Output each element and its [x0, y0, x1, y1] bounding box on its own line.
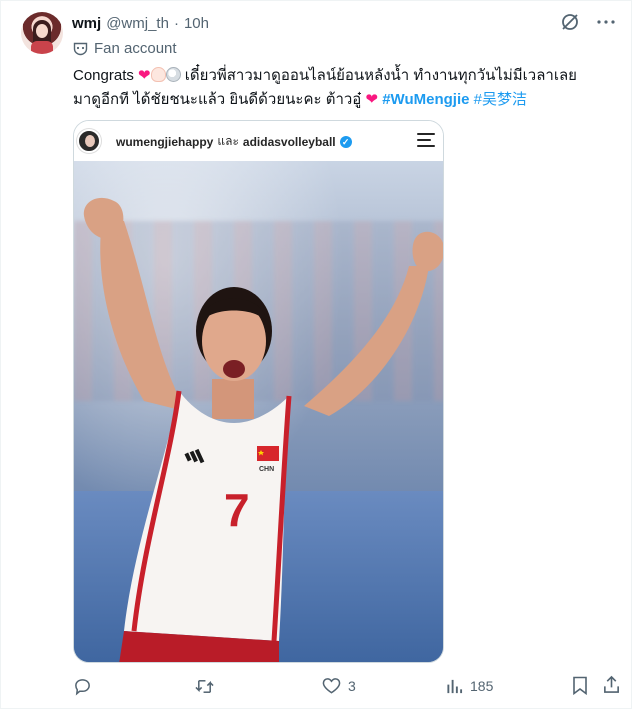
heart-icon	[322, 678, 341, 694]
white-heart-emoji	[150, 67, 166, 82]
reply-button[interactable]	[73, 675, 98, 697]
grok-icon[interactable]	[559, 11, 581, 33]
display-name[interactable]: wmj	[72, 15, 101, 32]
top-icons	[559, 11, 617, 33]
tweet-line-1: Congrats ❤ เดี๋ยวพี่สาวมาดูออนไลน์ย้อนหล…	[73, 64, 619, 88]
timestamp[interactable]: 10h	[184, 15, 209, 32]
instagram-accounts: wumengjiehappy และ adidasvolleyball ✓	[116, 132, 352, 151]
views-chart-icon	[447, 679, 463, 693]
tweet-header: wmj @wmj_th · 10h	[72, 13, 209, 33]
tweet-thai-2: มาดูอีกที ได้ชัยชนะแล้ว ยินดีด้วยนะคะ ต้…	[73, 91, 362, 108]
tweet[interactable]: wmj @wmj_th · 10h Fan account Congrats ❤…	[0, 0, 632, 709]
retweet-button[interactable]	[194, 675, 221, 697]
tweet-line-2: มาดูอีกที ได้ชัยชนะแล้ว ยินดีด้วยนะคะ ต้…	[73, 88, 619, 112]
verified-badge-icon: ✓	[339, 135, 352, 148]
mask-icon	[73, 42, 88, 55]
instagram-account-1: wumengjiehappy	[116, 134, 214, 149]
red-heart-emoji-2: ❤	[365, 91, 379, 108]
bookmark-button[interactable]	[572, 676, 590, 696]
bookmark-icon	[573, 676, 587, 696]
menu-icon	[417, 133, 435, 147]
tweet-text: Congrats ❤ เดี๋ยวพี่สาวมาดูออนไลน์ย้อนหล…	[73, 64, 619, 112]
view-count: 185	[470, 678, 494, 694]
instagram-account-2: adidasvolleyball	[242, 134, 336, 149]
tweet-congrats: Congrats	[73, 67, 134, 84]
hashtag-wumengjie[interactable]: #WuMengjie	[382, 91, 469, 108]
jersey-country: CHN	[259, 466, 274, 473]
avatar-face	[36, 24, 48, 38]
share-button[interactable]	[602, 675, 622, 695]
fan-account-text: Fan account	[94, 39, 177, 57]
volleyball-emoji	[165, 67, 181, 82]
like-button[interactable]: 3	[322, 675, 356, 697]
like-count: 3	[348, 678, 356, 694]
athlete-figure: 7 CHN	[83, 197, 443, 662]
more-options-icon[interactable]	[595, 11, 617, 33]
separator-dot: ·	[173, 14, 179, 32]
tweet-thai-1: เดี๋ยวพี่สาวมาดูออนไลน์ย้อนหลังน้ำ ทำงาน…	[184, 67, 577, 84]
media-card[interactable]: wumengjiehappy และ adidasvolleyball ✓ 7 …	[73, 120, 444, 663]
views-button[interactable]: 185	[446, 675, 493, 697]
instagram-avatar	[77, 129, 101, 153]
fan-account-label: Fan account	[73, 38, 177, 58]
jersey-number: 7	[224, 484, 250, 536]
instagram-connector: และ	[217, 134, 239, 148]
red-heart-emoji: ❤	[138, 67, 151, 84]
reply-icon	[75, 678, 90, 695]
retweet-icon	[195, 679, 214, 693]
user-handle[interactable]: @wmj_th	[106, 15, 169, 32]
share-icon	[604, 675, 619, 693]
hashtag-chinese-name[interactable]: #吴梦洁	[474, 91, 527, 108]
avatar[interactable]	[21, 12, 63, 54]
athlete-photo: 7 CHN	[74, 161, 443, 662]
instagram-header: wumengjiehappy และ adidasvolleyball ✓	[74, 121, 443, 161]
avatar-shirt	[31, 41, 53, 54]
